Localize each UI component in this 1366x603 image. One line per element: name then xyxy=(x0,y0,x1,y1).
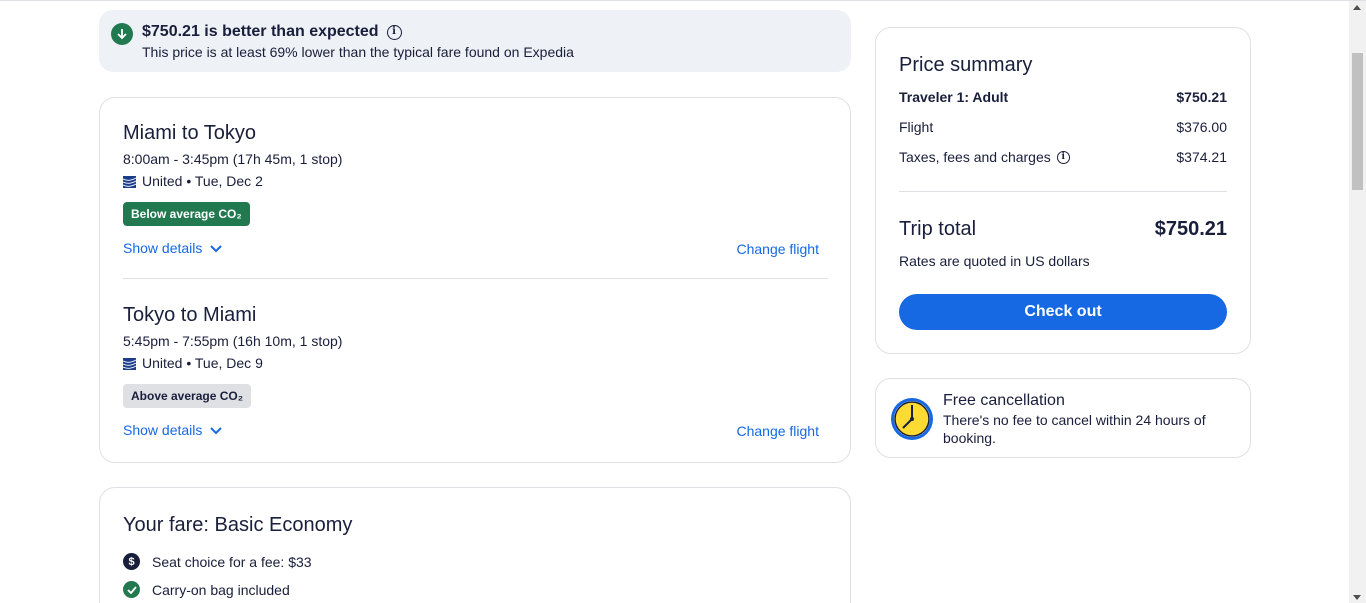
flight-airline-date: United • Tue, Dec 2 xyxy=(142,173,263,189)
co2-badge: Above average CO₂ xyxy=(123,384,252,408)
flight-airline-date: United • Tue, Dec 9 xyxy=(142,355,263,371)
scroll-up-icon[interactable] xyxy=(1353,5,1361,10)
trip-total-amount: $750.21 xyxy=(1154,218,1227,240)
price-summary-card: Price summary Traveler 1: Adult $750.21 … xyxy=(875,27,1251,354)
banner-subtitle: This price is at least 69% lower than th… xyxy=(142,44,574,60)
trip-total-label: Trip total xyxy=(899,218,977,240)
fare-item-carry-on: Carry-on bag included xyxy=(123,581,290,598)
show-details-label: Show details xyxy=(123,422,203,438)
fare-item-text: Carry-on bag included xyxy=(152,581,290,598)
flight-price-label: Flight xyxy=(899,119,934,135)
info-icon[interactable]: i xyxy=(1056,150,1070,164)
check-icon xyxy=(123,581,140,598)
trip-total-row: Trip total $750.21 xyxy=(899,218,1227,241)
flight-route: Miami to Tokyo xyxy=(123,122,257,144)
fare-item-seat: $ Seat choice for a fee: $33 xyxy=(123,553,312,570)
clock-icon xyxy=(890,397,934,441)
fare-card: Your fare: Basic Economy $ Seat choice f… xyxy=(99,487,851,603)
change-flight-link[interactable]: Change flight xyxy=(736,423,819,439)
scroll-down-icon[interactable] xyxy=(1353,595,1361,600)
free-cancellation-card: Free cancellation There's no fee to canc… xyxy=(875,378,1251,458)
summary-divider xyxy=(899,191,1227,192)
flight-leg-return: Tokyo to Miami 5:45pm - 7:55pm (16h 10m,… xyxy=(122,304,828,448)
chevron-down-icon xyxy=(210,422,223,438)
flight-airline: United • Tue, Dec 9 xyxy=(122,355,828,371)
flights-card: Miami to Tokyo 8:00am - 3:45pm (17h 45m,… xyxy=(99,97,851,463)
price-summary-heading: Price summary xyxy=(899,54,1033,76)
arrow-down-icon xyxy=(111,23,133,45)
taxes-row: Taxes, fees and charges i $374.21 xyxy=(899,149,1227,165)
banner-title-row: $750.21 is better than expected i xyxy=(142,23,402,41)
banner-title: $750.21 is better than expected xyxy=(142,23,379,40)
show-details-label: Show details xyxy=(123,240,203,256)
show-details-link[interactable]: Show details xyxy=(123,240,223,256)
free-cancellation-title: Free cancellation xyxy=(943,392,1065,409)
traveler-amount: $750.21 xyxy=(1176,89,1227,105)
rates-note: Rates are quoted in US dollars xyxy=(899,253,1090,269)
free-cancellation-text: There's no fee to cancel within 24 hours… xyxy=(943,412,1206,446)
flight-times: 5:45pm - 7:55pm (16h 10m, 1 stop) xyxy=(123,333,343,349)
taxes-label-group: Taxes, fees and charges i xyxy=(899,149,1070,165)
flight-divider xyxy=(123,278,828,279)
price-insight-banner: $750.21 is better than expected i This p… xyxy=(99,10,851,72)
flight-times: 8:00am - 3:45pm (17h 45m, 1 stop) xyxy=(123,151,343,167)
flight-leg-outbound: Miami to Tokyo 8:00am - 3:45pm (17h 45m,… xyxy=(122,122,828,266)
scrollbar-thumb[interactable] xyxy=(1352,53,1363,190)
flight-price-amount: $376.00 xyxy=(1176,119,1227,135)
info-icon[interactable]: i xyxy=(386,24,402,40)
vertical-scrollbar[interactable] xyxy=(1349,1,1366,603)
check-out-button[interactable]: Check out xyxy=(899,294,1227,330)
fare-title: Your fare: Basic Economy xyxy=(123,514,353,536)
dollar-icon: $ xyxy=(123,553,140,570)
taxes-label: Taxes, fees and charges xyxy=(899,149,1051,165)
flight-price-row: Flight $376.00 xyxy=(899,119,1227,135)
traveler-label: Traveler 1: Adult xyxy=(899,89,1009,105)
united-logo-icon xyxy=(122,175,137,188)
show-details-link[interactable]: Show details xyxy=(123,422,223,438)
flight-route: Tokyo to Miami xyxy=(123,304,257,326)
fare-item-text: Seat choice for a fee: $33 xyxy=(152,553,312,570)
taxes-amount: $374.21 xyxy=(1176,149,1227,165)
co2-badge: Below average CO₂ xyxy=(123,202,250,226)
change-flight-link[interactable]: Change flight xyxy=(736,241,819,257)
traveler-row: Traveler 1: Adult $750.21 xyxy=(899,89,1227,105)
flight-airline: United • Tue, Dec 2 xyxy=(122,173,828,189)
chevron-down-icon xyxy=(210,240,223,256)
united-logo-icon xyxy=(122,357,137,370)
